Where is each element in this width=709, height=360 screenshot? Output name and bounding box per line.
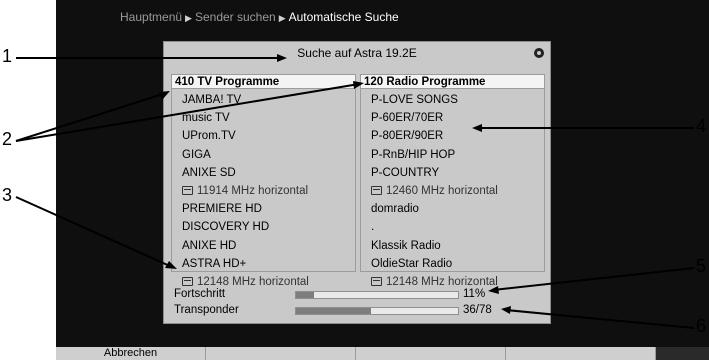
callout-number: 1 bbox=[2, 46, 13, 66]
callout-line-2a bbox=[15, 92, 167, 142]
callout-arrow-4 bbox=[472, 124, 482, 132]
callout-arrow-3 bbox=[165, 261, 177, 269]
callout-arrow-1 bbox=[277, 54, 287, 62]
callout-number: 5 bbox=[696, 256, 707, 276]
callout-arrow-2a bbox=[159, 91, 170, 100]
callout-arrow-6 bbox=[501, 306, 511, 314]
callout-number: 4 bbox=[696, 116, 707, 136]
callout-line-6 bbox=[505, 309, 695, 329]
callout-line-2b bbox=[15, 83, 360, 142]
callout-number: 3 bbox=[2, 185, 13, 205]
callout-arrow-5 bbox=[488, 286, 499, 294]
callout-line-3 bbox=[15, 196, 173, 268]
callout-number: 6 bbox=[696, 316, 707, 336]
callout-arrow-2b bbox=[353, 81, 364, 89]
callout-number: 2 bbox=[2, 129, 13, 149]
callout-line-5 bbox=[492, 267, 695, 291]
callout-lines bbox=[15, 54, 695, 329]
